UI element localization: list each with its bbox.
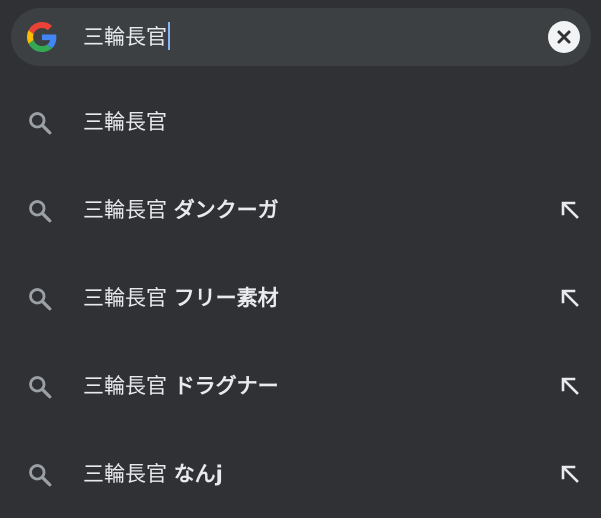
arrow-up-left-icon <box>561 201 579 219</box>
search-icon <box>29 464 52 487</box>
clear-button[interactable] <box>548 21 580 53</box>
suggestion-prefix: 三輪長官 <box>83 286 167 310</box>
search-icon <box>29 376 52 399</box>
search-icon <box>29 200 52 223</box>
suggestion-item[interactable]: 三輪長官 ダンクーガ <box>0 166 601 254</box>
suggestion-item[interactable]: 三輪長官 フリー素材 <box>0 254 601 342</box>
fill-query-button[interactable] <box>553 193 587 227</box>
suggestion-prefix: 三輪長官 <box>83 110 167 134</box>
google-g-icon <box>27 22 57 52</box>
suggestion-completion: ダンクーガ <box>173 198 279 222</box>
suggestion-label: 三輪長官 ドラグナー <box>83 342 279 430</box>
search-icon <box>29 112 52 135</box>
clear-icon <box>557 30 571 44</box>
arrow-up-left-icon <box>561 289 579 307</box>
fill-query-button[interactable] <box>553 281 587 315</box>
suggestion-item[interactable]: 三輪長官 <box>0 78 601 166</box>
arrow-up-left-icon <box>561 465 579 483</box>
suggestion-completion: ドラグナー <box>173 374 279 398</box>
suggestion-label: 三輪長官 <box>83 78 167 166</box>
suggestion-list: 三輪長官 三輪長官 ダンクーガ 三輪長官 フリー素材 三輪長官 ドラグナー 三輪… <box>0 78 601 518</box>
arrow-up-left-icon <box>561 377 579 395</box>
suggestion-prefix: 三輪長官 <box>83 462 167 486</box>
suggestion-label: 三輪長官 フリー素材 <box>83 254 279 342</box>
suggestion-item[interactable]: 三輪長官 なんj <box>0 430 601 518</box>
suggestion-label: 三輪長官 なんj <box>83 430 223 518</box>
fill-query-button[interactable] <box>553 369 587 403</box>
search-query-text: 三輪長官 <box>83 25 167 49</box>
suggestion-prefix: 三輪長官 <box>83 198 167 222</box>
search-input[interactable]: 三輪長官 <box>83 8 170 66</box>
suggestion-item[interactable]: 三輪長官 ドラグナー <box>0 342 601 430</box>
suggestion-completion: フリー素材 <box>173 286 279 310</box>
text-caret <box>168 22 170 50</box>
fill-query-button[interactable] <box>553 457 587 491</box>
suggestion-completion: なんj <box>173 462 223 486</box>
suggestion-prefix: 三輪長官 <box>83 374 167 398</box>
search-bar[interactable]: 三輪長官 <box>11 8 591 66</box>
suggestion-label: 三輪長官 ダンクーガ <box>83 166 279 254</box>
search-icon <box>29 288 52 311</box>
